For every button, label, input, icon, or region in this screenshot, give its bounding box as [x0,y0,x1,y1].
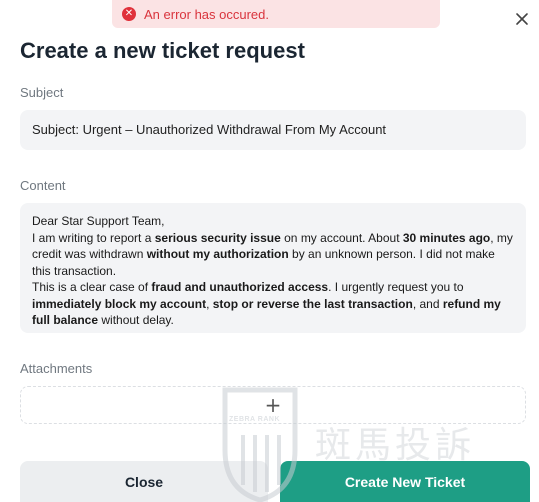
content-bold: without my authorization [146,247,289,261]
attachments-dropzone[interactable]: + [20,386,526,424]
content-bold: serious security issue [154,230,281,245]
content-greeting: Dear Star Support Team, [32,214,165,228]
content-bold: immediately block my account [32,296,207,311]
content-label: Content [20,178,66,193]
subject-input[interactable]: Subject: Urgent – Unauthorized Withdrawa… [20,110,526,150]
attachments-label: Attachments [20,361,93,376]
content-text: This is a clear case of [32,280,152,294]
content-bold: fraud and unauthorized access [151,280,329,294]
create-ticket-modal: ✕ An error has occured. Create a new tic… [0,0,539,502]
subject-label: Subject [20,85,64,100]
content-paragraph-2: This is a clear case of fraud and unauth… [32,279,514,329]
content-text: , [206,296,213,311]
content-text: without delay. [98,313,174,327]
content-text: , and [412,296,443,311]
content-text: on my account. About [280,230,403,245]
create-ticket-button[interactable]: Create New Ticket [280,461,530,502]
close-button[interactable]: Close [20,461,268,502]
content-text: I am writing to report a [32,230,155,245]
content-text: . I urgently request you to [328,280,464,294]
content-textarea[interactable]: Dear Star Support Team, I am writing to … [20,203,526,333]
close-icon[interactable] [513,10,531,28]
content-bold: 30 minutes ago [402,230,491,245]
content-paragraph-1: I am writing to report a serious securit… [32,230,514,280]
plus-icon: + [264,393,282,417]
error-message: An error has occured. [144,6,270,22]
error-toast: ✕ An error has occured. [112,0,440,28]
content-bold: stop or reverse the last transaction [212,296,413,311]
error-circle-icon: ✕ [122,7,136,21]
modal-title: Create a new ticket request [20,38,305,63]
